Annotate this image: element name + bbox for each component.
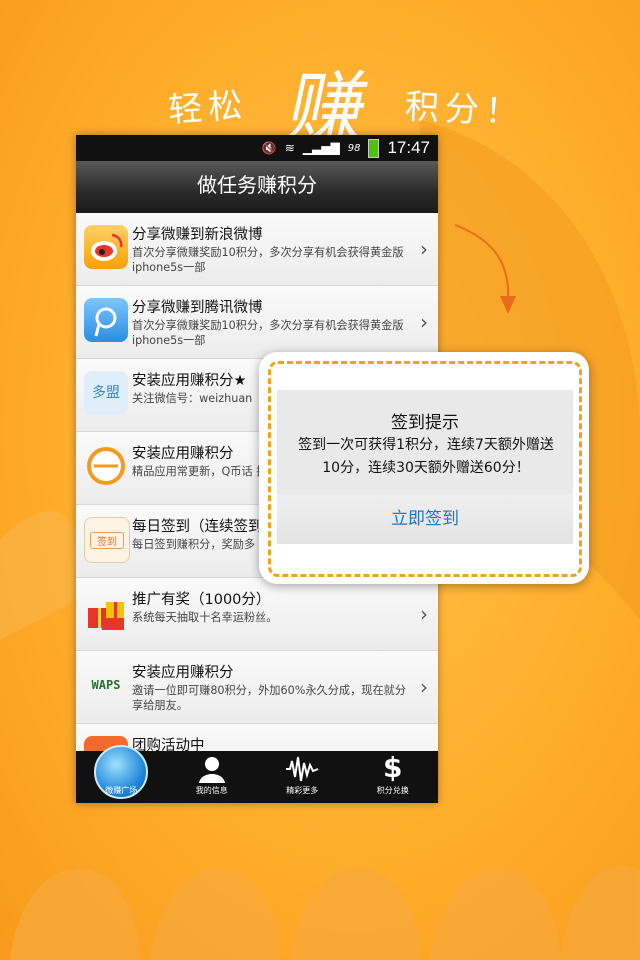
list-item[interactable]: 分享微赚到腾讯微博 首次分享微赚奖励10积分，多次分享有机会获得黄金版iphon… [76, 286, 438, 359]
headline: 轻松 赚 积分！ [0, 60, 640, 154]
duomeng-icon: 多盟 [84, 371, 128, 415]
item-desc: 系统每天抽取十名幸运粉丝。 [132, 611, 278, 624]
item-title: 分享微赚到新浪微博 [132, 227, 263, 243]
signin-dialog: 签到提示 签到一次可获得1积分，连续7天额外赠送10分，连续30天额外赠送60分… [259, 352, 589, 584]
chevron-right-icon: › [420, 237, 428, 261]
item-title: 安装应用赚积分★ [132, 373, 247, 389]
tab-label: 微赚广场 [105, 786, 138, 795]
list-item[interactable]: 推广有奖（1000分） 系统每天抽取十名幸运粉丝。 › [76, 578, 438, 651]
tab-points-exchange[interactable]: $ 积分兑换 [348, 751, 439, 803]
tab-more[interactable]: 精彩更多 [257, 751, 348, 803]
signin-icon-label: 签到 [90, 532, 124, 549]
dialog-message: 签到一次可获得1积分，连续7天额外赠送10分，连续30天额外赠送60分！ [298, 437, 554, 476]
list-item[interactable]: 分享微赚到新浪微博 首次分享微赚奖励10积分，多次分享有机会获得黄金版iphon… [76, 213, 438, 286]
item-desc: 首次分享微赚奖励10积分，多次分享有机会获得黄金版iphone5s一部 [132, 246, 404, 274]
chevron-right-icon: › [420, 675, 428, 699]
item-title: 安装应用赚积分 [132, 446, 234, 462]
battery-percent: 98 [347, 142, 361, 154]
waps-icon: WAPS [91, 678, 121, 692]
app-icon [84, 444, 128, 488]
bottom-tab-bar: 微赚广场 我的信息 精彩更多 $ 积分兑换 [76, 745, 439, 803]
user-icon [198, 757, 225, 783]
waveform-icon [286, 756, 319, 782]
item-title: 分享微赚到腾讯微博 [132, 300, 263, 316]
list-item[interactable]: WAPS 安装应用赚积分 邀请一位即可赚80积分，外加60%永久分成，现在就分享… [76, 651, 438, 724]
chevron-right-icon: › [420, 602, 428, 626]
tab-label: 我的信息 [195, 786, 228, 795]
page-title: 做任务赚积分 [76, 161, 438, 217]
tab-my-info[interactable]: 我的信息 [167, 751, 258, 803]
clock: 17:47 [387, 138, 430, 157]
dialog-frame: 签到提示 签到一次可获得1积分，连续7天额外赠送10分，连续30天额外赠送60分… [268, 361, 582, 577]
tab-square[interactable]: 微赚广场 [76, 745, 167, 803]
item-desc: 邀请一位即可赚80积分，外加60%永久分成，现在就分享给朋友。 [132, 684, 407, 712]
dialog-body: 签到提示 签到一次可获得1积分，连续7天额外赠送10分，连续30天额外赠送60分… [277, 390, 573, 544]
chevron-right-icon: › [420, 310, 428, 334]
tencent-weibo-icon [84, 298, 128, 342]
headline-right: 积分！ [403, 86, 526, 134]
item-desc: 首次分享微赚奖励10积分，多次分享有机会获得黄金版iphone5s一部 [132, 319, 404, 347]
dollar-icon: $ [383, 751, 403, 784]
mute-icon: 🔇 [261, 141, 277, 155]
weibo-icon [84, 225, 128, 269]
item-title: 每日签到（连续签到 [132, 519, 263, 535]
signal-icon: ▁▃▅▇ [302, 141, 340, 155]
dialog-title: 签到提示 [391, 413, 459, 433]
tab-label: 积分兑换 [376, 786, 409, 795]
signin-now-button[interactable]: 立即签到 [277, 494, 573, 544]
battery-icon [368, 138, 380, 158]
tab-label: 精彩更多 [286, 786, 319, 795]
wifi-icon: ≋ [284, 141, 295, 155]
item-title: 安装应用赚积分 [132, 665, 234, 681]
status-bar: 🔇 ≋ ▁▃▅▇ 98 17:47 [76, 135, 438, 161]
signin-icon: 签到 [84, 517, 130, 563]
headline-left: 轻松 [166, 85, 250, 131]
item-title: 推广有奖（1000分） [132, 592, 271, 608]
gift-icon [84, 590, 128, 634]
